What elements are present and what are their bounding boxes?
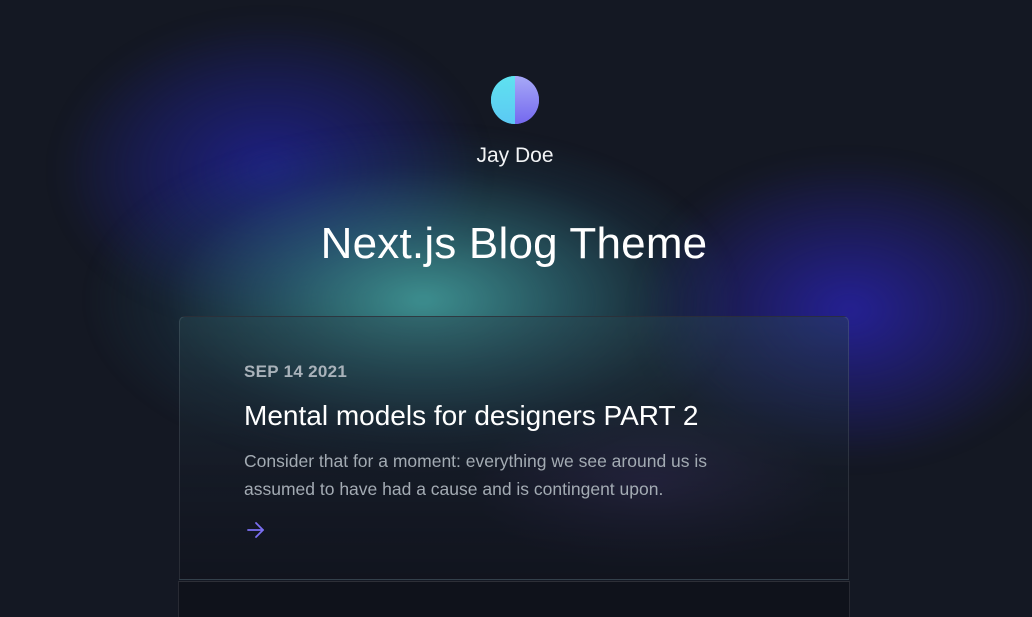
post-excerpt: Consider that for a moment: everything w…	[244, 451, 708, 499]
post-title[interactable]: Mental models for designers PART 2	[244, 400, 698, 432]
read-more-link[interactable]	[245, 519, 267, 541]
next-post-card[interactable]	[178, 581, 850, 617]
post-date: SEP 14 2021	[244, 362, 348, 381]
site-title: Next.js Blog Theme	[320, 219, 708, 268]
blog-home-page: Jay Doe Next.js Blog Theme SEP 14 2021 M…	[0, 0, 1032, 617]
avatar-left-half	[491, 76, 515, 124]
post-card[interactable]: SEP 14 2021 Mental models for designers …	[179, 316, 849, 580]
arrow-right-icon	[247, 522, 264, 538]
author-name[interactable]: Jay Doe	[0, 144, 1030, 168]
avatar[interactable]	[491, 76, 539, 124]
avatar-right-half	[515, 76, 539, 124]
